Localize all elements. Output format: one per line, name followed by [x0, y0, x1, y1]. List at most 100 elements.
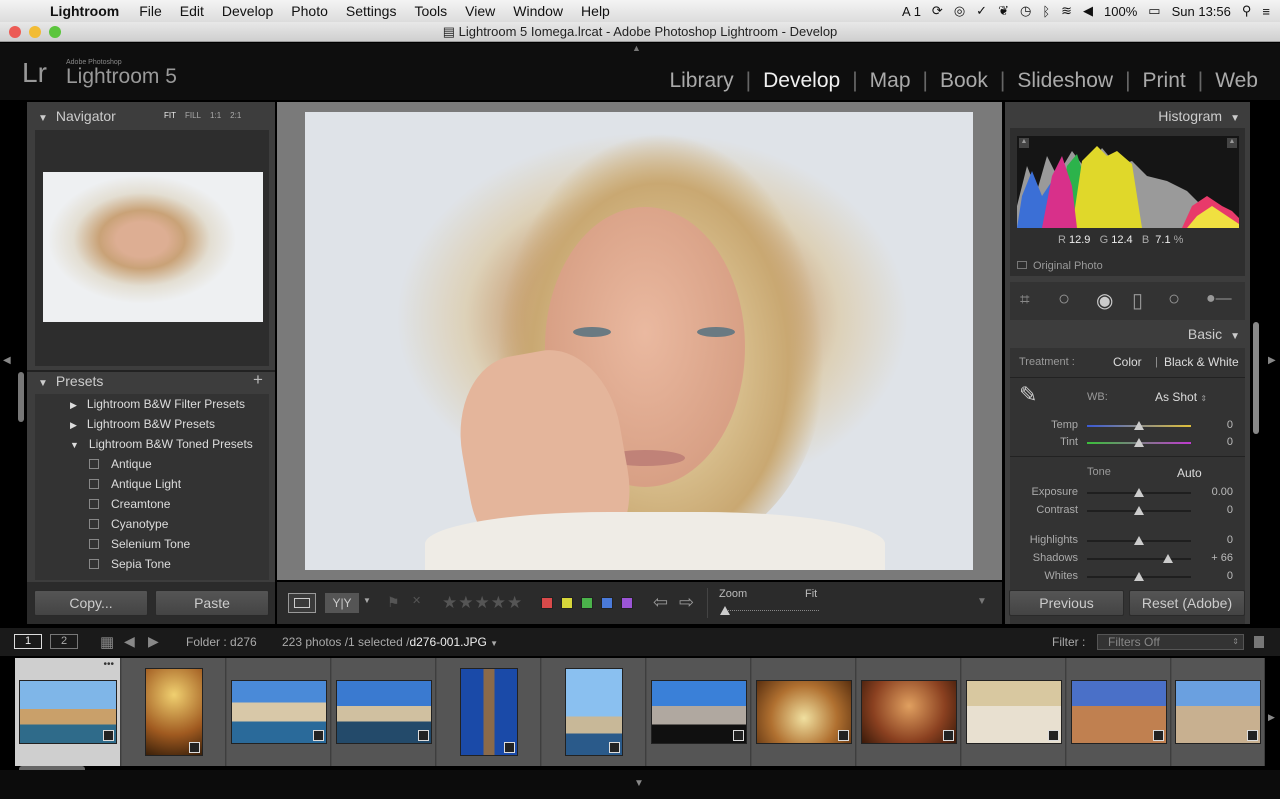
flag-icon[interactable]: ⚑ [387, 594, 400, 611]
main-photo[interactable] [305, 112, 973, 570]
color-label-blue[interactable] [601, 597, 613, 609]
color-label-green[interactable] [581, 597, 593, 609]
next-arrow-icon[interactable]: ⇨ [679, 592, 694, 613]
slider-value-contrast[interactable]: 0 [1193, 504, 1233, 516]
paste-button[interactable]: Paste [155, 590, 269, 616]
dropdown-icon[interactable]: ▼ [363, 596, 371, 605]
auto-tone-button[interactable]: Auto [1177, 466, 1202, 480]
filmstrip-thumbnail[interactable] [857, 658, 961, 766]
preset-item[interactable]: Cyanotype [67, 517, 265, 537]
filmstrip-thumbnail[interactable] [1067, 658, 1171, 766]
highlight-clip-icon[interactable]: ▲ [1227, 138, 1237, 148]
filmstrip-thumbnail[interactable] [332, 658, 436, 766]
filmstrip-thumbnail[interactable] [227, 658, 331, 766]
preset-folder[interactable]: ▼ Lightroom B&W Toned Presets [67, 437, 265, 457]
preset-folder[interactable]: ▶ Lightroom B&W Presets [67, 417, 265, 437]
slider-thumb-highlights[interactable] [1134, 536, 1144, 545]
second-window-button[interactable]: 2 [50, 634, 78, 649]
edit-badge-icon[interactable] [417, 730, 429, 741]
time-machine-icon[interactable]: ◷ [1020, 3, 1031, 19]
zoom-button[interactable] [49, 26, 61, 38]
slider-thumb-exposure[interactable] [1134, 488, 1144, 497]
grid-icon[interactable]: ▦ [100, 633, 114, 651]
edit-badge-icon[interactable] [732, 730, 744, 741]
rating-stars[interactable]: ★★★★★ [442, 593, 523, 613]
preset-item[interactable]: Creamtone [67, 497, 265, 517]
menu-view[interactable]: View [465, 3, 495, 19]
menu-window[interactable]: Window [513, 3, 563, 19]
previous-arrow-icon[interactable]: ⇦ [653, 592, 668, 613]
module-library[interactable]: Library [659, 69, 743, 93]
zoom-slider-thumb[interactable] [720, 606, 730, 615]
menu-file[interactable]: File [139, 3, 162, 19]
copy-button[interactable]: Copy... [34, 590, 148, 616]
adobe-icon[interactable]: A [902, 4, 911, 19]
preset-item[interactable]: Antique [67, 457, 265, 477]
module-print[interactable]: Print [1133, 69, 1196, 93]
menu-tools[interactable]: Tools [414, 3, 447, 19]
add-preset-icon[interactable]: + [253, 370, 263, 390]
check-icon[interactable]: ✓ [976, 3, 987, 19]
edit-badge-icon[interactable] [608, 742, 620, 753]
edit-badge-icon[interactable] [503, 742, 515, 753]
zoom-1-1[interactable]: 1:1 [210, 111, 221, 120]
battery-icon[interactable]: ▭ [1148, 3, 1160, 19]
module-book[interactable]: Book [930, 69, 998, 93]
radial-filter-icon[interactable]: ○ [1168, 288, 1180, 311]
basic-header[interactable]: Basic ▼ [1188, 326, 1240, 342]
edit-badge-icon[interactable] [102, 730, 114, 741]
filter-lock-icon[interactable] [1254, 636, 1264, 648]
close-button[interactable] [9, 26, 21, 38]
wifi-icon[interactable]: ≋ [1061, 3, 1072, 19]
filmstrip-thumbnail[interactable] [437, 658, 541, 766]
edit-badge-icon[interactable] [1152, 730, 1164, 741]
search-icon[interactable]: ⚲ [1242, 3, 1252, 19]
slider-value-whites[interactable]: 0 [1193, 570, 1233, 582]
filmstrip-right-icon[interactable]: ▶ [1268, 712, 1275, 723]
list-icon[interactable]: ≡ [1262, 4, 1270, 19]
menu-develop[interactable]: Develop [222, 3, 273, 19]
filmstrip-thumbnail[interactable] [542, 658, 646, 766]
collapse-bottom-icon[interactable]: ▼ [634, 778, 644, 789]
back-arrow-icon[interactable]: ◀ [124, 633, 135, 650]
module-map[interactable]: Map [860, 69, 921, 93]
minimize-button[interactable] [29, 26, 41, 38]
treatment-color[interactable]: Color [1113, 355, 1142, 369]
filter-select[interactable]: Filters Off ⇕ [1097, 634, 1244, 650]
preset-item[interactable]: Selenium Tone [67, 537, 265, 557]
color-label-purple[interactable] [621, 597, 633, 609]
color-label-yellow[interactable] [561, 597, 573, 609]
left-panel-toggle-icon[interactable]: ◀ [3, 355, 11, 366]
histogram-header[interactable]: Histogram ▼ [1158, 108, 1240, 124]
slider-value-tint[interactable]: 0 [1193, 436, 1233, 448]
filmstrip-thumbnail[interactable]: ••• [15, 658, 121, 766]
filmstrip-thumbnail[interactable] [962, 658, 1066, 766]
edit-badge-icon[interactable] [942, 730, 954, 741]
treatment-bw[interactable]: Black & White [1164, 355, 1239, 369]
sync-icon[interactable]: ⟳ [932, 3, 943, 19]
left-scrollbar[interactable] [18, 372, 24, 422]
toolbar-menu-icon[interactable]: ▼ [977, 596, 987, 607]
slider-thumb-shadows[interactable] [1163, 554, 1174, 563]
red-eye-icon[interactable]: ◉ [1096, 288, 1113, 313]
slider-value-exposure[interactable]: 0.00 [1193, 486, 1233, 498]
photo-canvas[interactable] [277, 102, 1002, 580]
before-after-icon[interactable]: Y|Y [325, 593, 359, 613]
loupe-view-icon[interactable] [288, 593, 316, 613]
histogram-graph[interactable]: ▲ ▲ [1017, 136, 1239, 228]
slider-value-shadows[interactable]: + 66 [1193, 552, 1233, 564]
adjustment-brush-icon[interactable]: ●— [1206, 290, 1232, 308]
slider-value-temp[interactable]: 0 [1193, 419, 1233, 431]
right-panel-toggle-icon[interactable]: ▶ [1268, 355, 1276, 366]
filmstrip-thumbnail[interactable] [647, 658, 751, 766]
menu-photo[interactable]: Photo [291, 3, 328, 19]
folder-label[interactable]: Folder : d276 [186, 635, 257, 649]
crop-icon[interactable]: ⌗ [1020, 290, 1030, 310]
edit-badge-icon[interactable] [312, 730, 324, 741]
original-photo-checkbox[interactable]: Original Photo [1017, 260, 1103, 272]
slider-thumb-whites[interactable] [1134, 572, 1144, 581]
presets-header[interactable]: ▼ Presets [38, 373, 103, 389]
clock[interactable]: Sun 13:56 [1172, 4, 1231, 19]
slider-thumb-contrast[interactable] [1134, 506, 1144, 515]
previous-button[interactable]: Previous [1009, 590, 1124, 616]
